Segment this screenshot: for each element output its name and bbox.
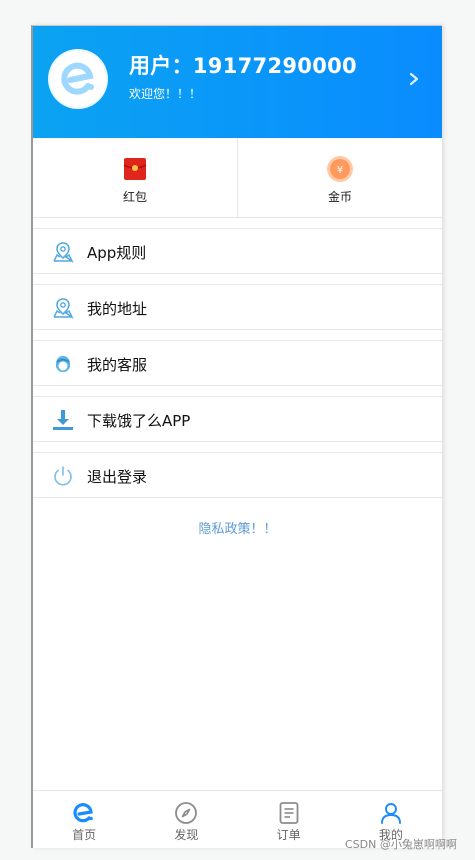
tab-label: 首页 (72, 828, 97, 842)
red-envelope-icon (123, 158, 147, 180)
menu-item-my-address[interactable]: 我的地址 (33, 284, 442, 330)
menu-label: 我的地址 (87, 300, 148, 318)
menu-label: 退出登录 (87, 468, 148, 486)
avatar (48, 49, 108, 109)
menu-item-app-rules[interactable]: App规则 (33, 228, 442, 274)
tab-discover[interactable]: 发现 (135, 791, 237, 848)
compass-icon (175, 802, 198, 824)
menu-label: 我的客服 (87, 356, 148, 374)
wallet-row: 红包 ¥ 金币 (33, 138, 442, 218)
download-icon (53, 410, 73, 430)
user-header[interactable]: 用户：19177290000 欢迎您！！！ (33, 26, 442, 138)
menu-item-download-app[interactable]: 下载饿了么APP (33, 396, 442, 442)
map-pin-icon (53, 242, 74, 263)
tab-home[interactable]: 首页 (33, 791, 135, 848)
chevron-right-icon[interactable] (407, 71, 421, 87)
watermark: CSDN @小兔崽啊啊啊 (345, 838, 457, 851)
map-pin-icon (53, 298, 74, 319)
menu-item-logout[interactable]: 退出登录 (33, 452, 442, 498)
eleme-logo-icon (50, 51, 106, 107)
wallet-label: 金币 (327, 190, 352, 204)
wallet-item-gold-coin[interactable]: ¥ 金币 (237, 138, 442, 217)
gold-coin-icon: ¥ (327, 156, 353, 182)
phone-frame: 用户：19177290000 欢迎您！！！ 红包 ¥ 金币 App规则 我的地址… (31, 25, 442, 848)
menu-label: 下载饿了么APP (87, 412, 191, 430)
tab-label: 发现 (174, 828, 199, 842)
privacy-policy-link[interactable]: 隐私政策！！ (33, 518, 442, 537)
welcome-text: 欢迎您！！！ (129, 87, 202, 101)
order-icon (279, 802, 299, 824)
svg-text:¥: ¥ (337, 165, 343, 176)
menu-item-customer-service[interactable]: 我的客服 (33, 340, 442, 386)
wallet-item-red-envelope[interactable]: 红包 (33, 138, 237, 217)
power-icon (54, 466, 72, 486)
wallet-label: 红包 (122, 190, 147, 204)
tab-orders[interactable]: 订单 (238, 791, 340, 848)
user-icon (380, 803, 401, 824)
home-e-icon (73, 803, 93, 823)
menu-label: App规则 (87, 244, 147, 262)
customer-service-icon (56, 356, 70, 372)
user-title: 用户：19177290000 (129, 54, 357, 78)
tab-label: 订单 (276, 828, 301, 842)
